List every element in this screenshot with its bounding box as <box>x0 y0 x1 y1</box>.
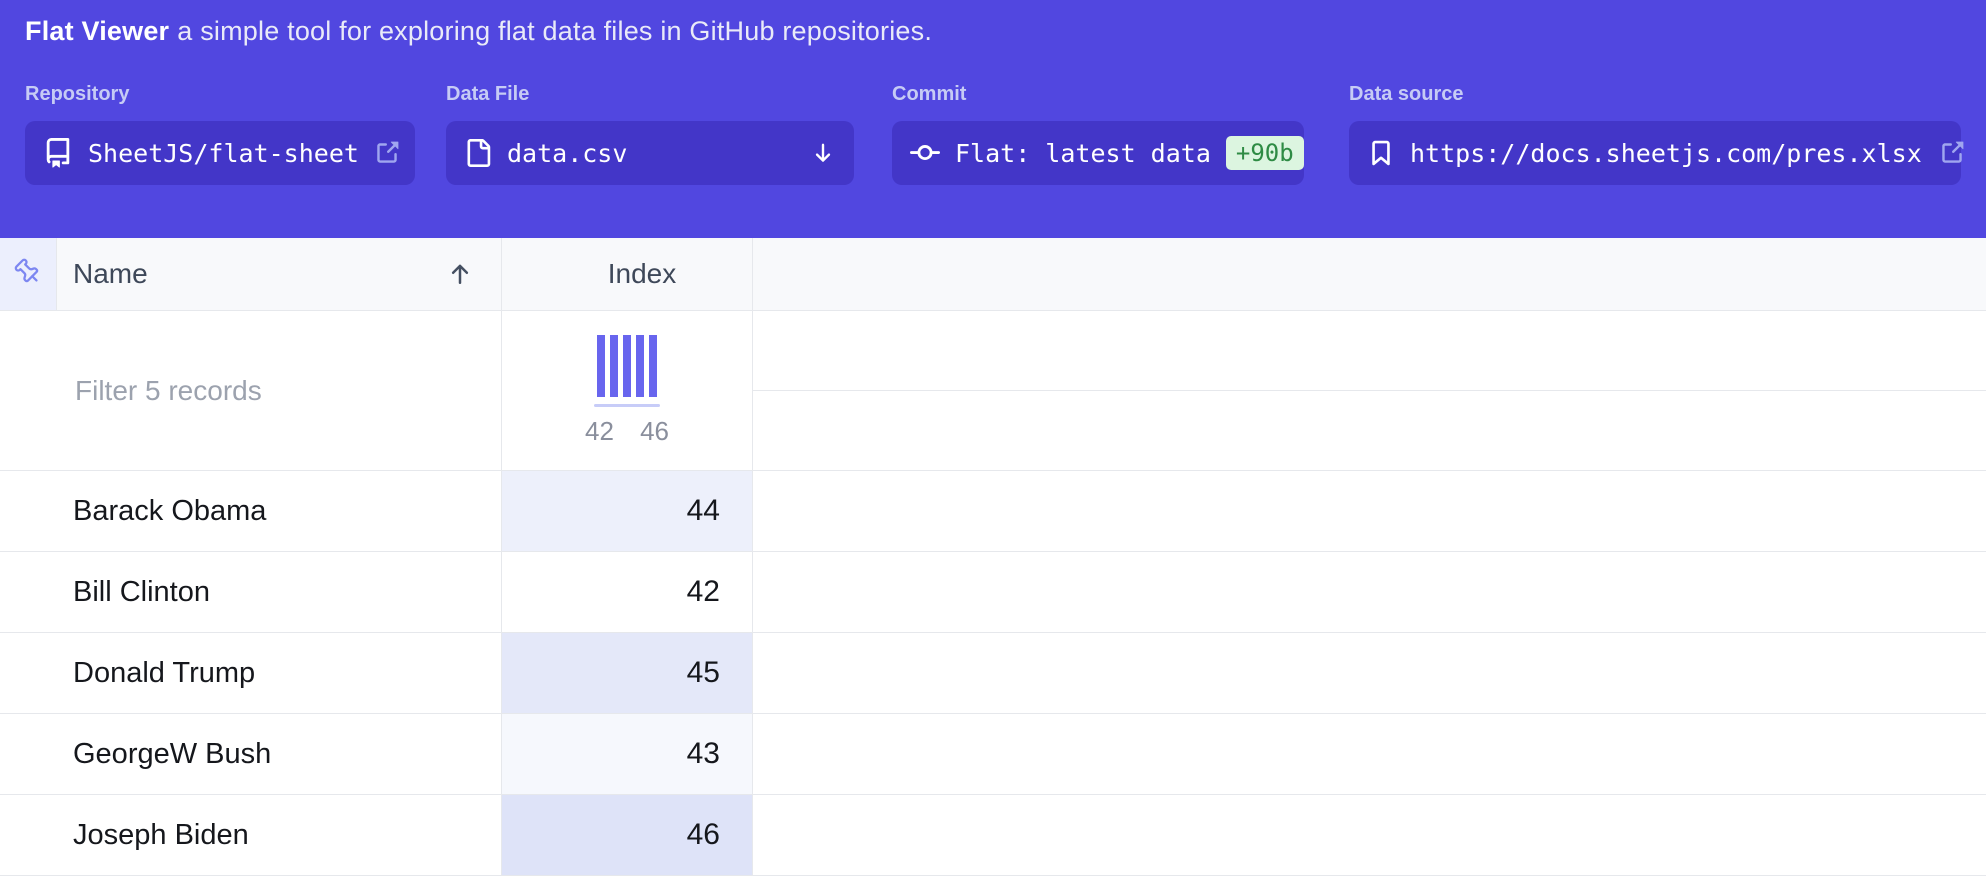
data-file-group: Data File data.csv <box>446 83 854 185</box>
app-header: Flat Viewer a simple tool for exploring f… <box>0 0 1986 238</box>
index-cell: 46 <box>502 795 753 875</box>
histogram-underline <box>594 404 660 407</box>
row-filler <box>753 552 1986 632</box>
filter-row: 42 46 <box>0 311 1986 471</box>
download-arrow-icon <box>810 140 836 166</box>
app-title-row: Flat Viewer a simple tool for exploring f… <box>25 16 1961 47</box>
name-cell: Donald Trump <box>0 633 502 713</box>
data-grid: Name Index 42 46 Barack Obama 44 <box>0 238 1986 876</box>
name-cell: Joseph Biden <box>0 795 502 875</box>
pin-column-button[interactable] <box>0 238 57 310</box>
histogram-bar <box>610 335 618 397</box>
header-controls: Repository SheetJS/flat-sheet Data File … <box>25 83 1961 185</box>
filter-filler <box>753 311 1986 470</box>
pin-icon <box>12 256 44 293</box>
app-subtitle: a simple tool for exploring flat data fi… <box>177 16 932 46</box>
external-link-icon <box>1939 140 1965 166</box>
index-cell: 44 <box>502 471 753 551</box>
table-row: GeorgeW Bush 43 <box>0 714 1986 795</box>
row-filler <box>753 795 1986 875</box>
data-file-button[interactable]: data.csv <box>446 121 854 185</box>
commit-group: Commit Flat: latest data +90b <box>892 83 1304 185</box>
row-filler <box>753 471 1986 551</box>
repository-group: Repository SheetJS/flat-sheet <box>25 83 415 185</box>
commit-message: Flat: latest data <box>955 139 1211 168</box>
data-source-group: Data source https://docs.sheetjs.com/pre… <box>1349 83 1961 185</box>
index-cell: 45 <box>502 633 753 713</box>
histogram-bars <box>597 335 657 397</box>
commit-diff-badge: +90b <box>1226 136 1304 170</box>
bookmark-icon <box>1367 139 1395 167</box>
data-source-label: Data source <box>1349 83 1961 106</box>
row-filler <box>753 714 1986 794</box>
row-filler <box>753 633 1986 713</box>
name-filter-cell <box>0 311 502 470</box>
name-cell: GeorgeW Bush <box>0 714 502 794</box>
header-filler <box>753 238 1986 310</box>
histogram-min-label: 42 <box>585 416 614 447</box>
repository-value: SheetJS/flat-sheet <box>88 139 359 168</box>
table-row: Bill Clinton 42 <box>0 552 1986 633</box>
histogram-bar <box>636 335 644 397</box>
commit-label: Commit <box>892 83 1304 106</box>
histogram-bar <box>623 335 631 397</box>
external-link-icon <box>374 140 400 166</box>
histogram-bar <box>649 335 657 397</box>
sort-ascending-icon <box>445 259 475 289</box>
column-header-index[interactable]: Index <box>502 238 753 310</box>
column-header-name[interactable]: Name <box>57 238 502 310</box>
filter-filler-cell <box>753 311 1986 391</box>
git-commit-icon <box>910 138 940 168</box>
repository-button[interactable]: SheetJS/flat-sheet <box>25 121 415 185</box>
name-cell: Bill Clinton <box>0 552 502 632</box>
index-cell: 43 <box>502 714 753 794</box>
commit-button[interactable]: Flat: latest data +90b <box>892 121 1304 185</box>
histogram-max-label: 46 <box>640 416 669 447</box>
histogram-bar <box>597 335 605 397</box>
column-name-label: Name <box>73 258 148 290</box>
table-row: Joseph Biden 46 <box>0 795 1986 876</box>
file-icon <box>464 139 492 167</box>
filter-input[interactable] <box>73 374 463 408</box>
name-cell: Barack Obama <box>0 471 502 551</box>
grid-header-row: Name Index <box>0 238 1986 311</box>
histogram-range-labels: 42 46 <box>585 416 669 447</box>
data-file-value: data.csv <box>507 139 627 168</box>
index-cell: 42 <box>502 552 753 632</box>
app-title: Flat Viewer <box>25 16 169 46</box>
column-index-label: Index <box>608 258 677 290</box>
data-source-url: https://docs.sheetjs.com/pres.xlsx <box>1410 139 1922 168</box>
repository-label: Repository <box>25 83 415 106</box>
data-source-button[interactable]: https://docs.sheetjs.com/pres.xlsx <box>1349 121 1961 185</box>
data-file-label: Data File <box>446 83 854 106</box>
table-row: Barack Obama 44 <box>0 471 1986 552</box>
index-histogram[interactable]: 42 46 <box>502 311 753 470</box>
repo-book-icon <box>43 138 73 168</box>
grid-body: Barack Obama 44 Bill Clinton 42 Donald T… <box>0 471 1986 876</box>
table-row: Donald Trump 45 <box>0 633 1986 714</box>
